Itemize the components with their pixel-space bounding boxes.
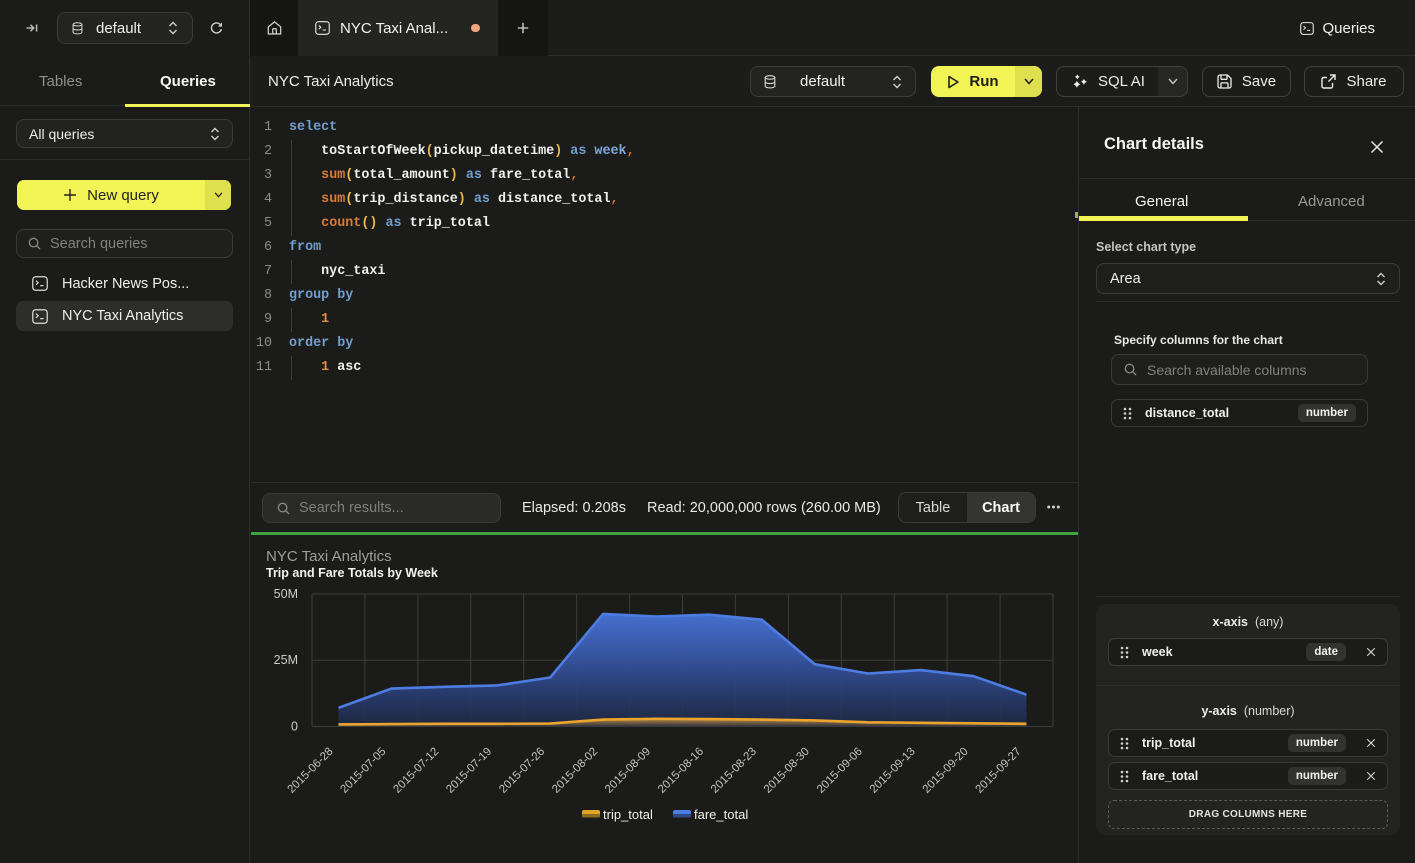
svg-text:2015-08-16: 2015-08-16 xyxy=(656,746,706,796)
svg-text:2015-09-06: 2015-09-06 xyxy=(815,746,865,796)
svg-text:0: 0 xyxy=(291,720,298,734)
svg-text:2015-07-05: 2015-07-05 xyxy=(338,746,388,796)
svg-text:2015-08-02: 2015-08-02 xyxy=(550,746,600,796)
svg-text:2015-08-30: 2015-08-30 xyxy=(762,746,812,796)
svg-text:trip_total: trip_total xyxy=(603,807,653,822)
svg-text:25M: 25M xyxy=(274,653,298,667)
svg-text:50M: 50M xyxy=(274,587,298,601)
svg-text:2015-09-20: 2015-09-20 xyxy=(921,746,971,796)
svg-text:2015-07-26: 2015-07-26 xyxy=(497,746,547,796)
svg-text:2015-09-27: 2015-09-27 xyxy=(974,746,1024,796)
svg-text:2015-08-09: 2015-08-09 xyxy=(603,746,653,796)
svg-text:2015-07-19: 2015-07-19 xyxy=(444,746,494,796)
svg-text:2015-09-13: 2015-09-13 xyxy=(868,746,918,796)
svg-text:2015-07-12: 2015-07-12 xyxy=(391,746,441,796)
svg-text:2015-08-23: 2015-08-23 xyxy=(709,746,759,796)
svg-text:fare_total: fare_total xyxy=(694,807,748,822)
svg-text:2015-06-28: 2015-06-28 xyxy=(286,746,336,796)
